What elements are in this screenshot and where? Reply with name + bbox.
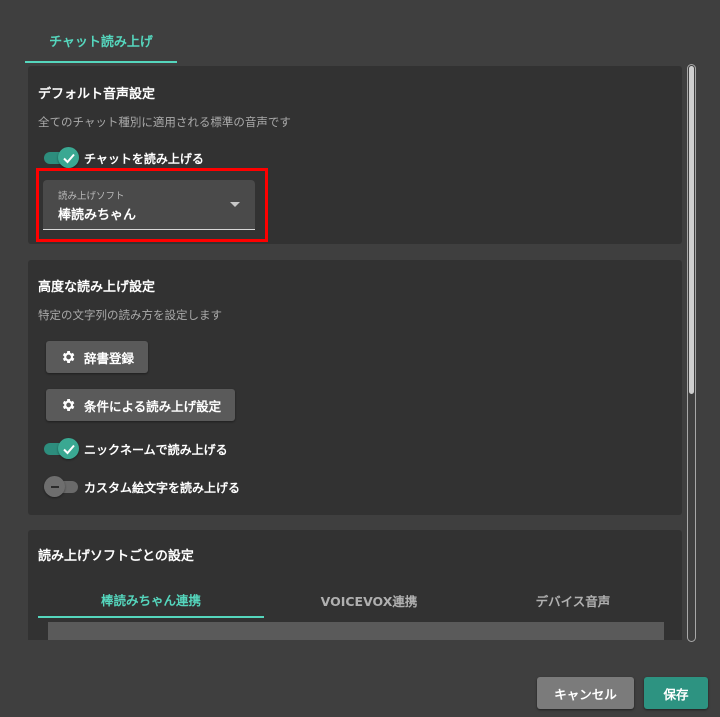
save-button[interactable]: 保存: [644, 677, 708, 709]
tab-bouyomi[interactable]: 棒読みちゃん連携: [38, 582, 264, 618]
condition-button-label: 条件による読み上げ設定: [84, 398, 222, 414]
nickname-toggle-label: ニックネームで読み上げる: [84, 443, 228, 457]
chevron-down-icon: [230, 202, 240, 207]
tab-device-voice[interactable]: デバイス音声: [460, 582, 683, 618]
tab-content-panel: [48, 622, 664, 640]
settings-scroll-area[interactable]: デフォルト音声設定 全てのチャット種別に適用される標準の音声です チャットを読み…: [28, 66, 683, 640]
scrollbar[interactable]: [687, 64, 696, 642]
save-button-label: 保存: [663, 686, 689, 702]
per-software-title: 読み上げソフトごとの設定: [38, 549, 194, 564]
select-label: 読み上げソフト: [58, 191, 125, 202]
tab-voicevox[interactable]: VOICEVOX連携: [256, 582, 482, 618]
tab-chat-reading[interactable]: チャット読み上げ: [25, 20, 177, 63]
cancel-button-label: キャンセル: [554, 686, 617, 702]
condition-reading-button[interactable]: 条件による読み上げ設定: [46, 389, 236, 421]
default-voice-card: デフォルト音声設定 全てのチャット種別に適用される標準の音声です チャットを読み…: [28, 66, 682, 244]
advanced-title: 高度な読み上げ設定: [38, 280, 156, 295]
check-icon: [58, 147, 79, 168]
dictionary-button[interactable]: 辞書登録: [46, 341, 149, 373]
reading-software-select[interactable]: 読み上げソフト 棒読みちゃん: [43, 180, 255, 230]
tab-bouyomi-label: 棒読みちゃん連携: [100, 592, 201, 608]
default-voice-subtitle: 全てのチャット種別に適用される標準の音声です: [38, 115, 291, 129]
custom-emoji-toggle-label: カスタム絵文字を読み上げる: [84, 481, 241, 495]
read-chat-label: チャットを読み上げる: [84, 152, 204, 166]
check-icon: [58, 438, 79, 459]
tab-chat-reading-label: チャット読み上げ: [49, 35, 153, 50]
read-chat-toggle[interactable]: [42, 146, 82, 168]
dictionary-button-label: 辞書登録: [84, 350, 135, 366]
default-voice-title: デフォルト音声設定: [38, 87, 156, 102]
gear-icon: [62, 351, 75, 363]
advanced-settings-card: 高度な読み上げ設定 特定の文字列の読み方を設定します 辞書登録 条件による読み上…: [28, 260, 682, 515]
tab-voicevox-label: VOICEVOX連携: [320, 593, 418, 609]
scrollbar-thumb[interactable]: [689, 66, 694, 394]
select-value: 棒読みちゃん: [58, 208, 137, 223]
custom-emoji-toggle[interactable]: [42, 475, 82, 497]
cancel-button[interactable]: キャンセル: [537, 677, 634, 709]
minus-icon: [44, 476, 65, 497]
tab-device-voice-label: デバイス音声: [535, 593, 611, 609]
nickname-toggle[interactable]: [42, 437, 82, 459]
gear-icon: [62, 399, 75, 411]
advanced-subtitle: 特定の文字列の読み方を設定します: [38, 308, 222, 322]
